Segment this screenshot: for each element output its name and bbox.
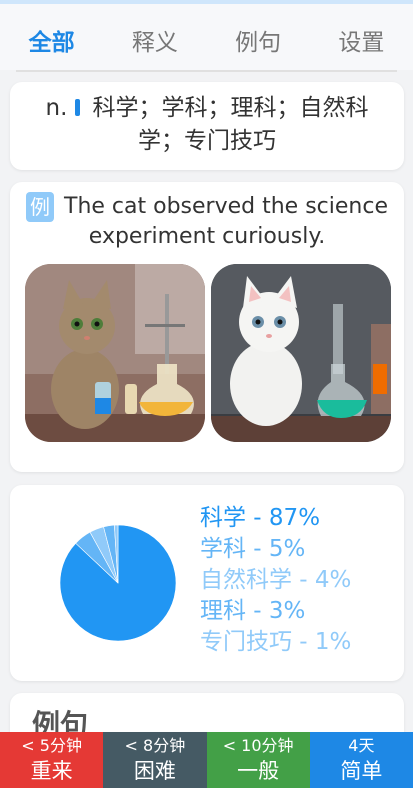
rate-again-button[interactable]: < 5分钟 重来	[0, 732, 104, 788]
legend-item-3: 理科 - 3%	[200, 598, 306, 624]
cat-lab-image-1[interactable]	[25, 264, 205, 442]
rate-good-button[interactable]: < 10分钟 一般	[206, 732, 310, 788]
legend-item-4: 专门技巧 - 1%	[200, 629, 352, 655]
rate-easy-label: 简单	[340, 759, 383, 783]
legend-item-2: 自然科学 - 4%	[200, 567, 352, 593]
rate-hard-label: 困难	[133, 759, 176, 783]
rate-easy-button[interactable]: 4天 简单	[309, 732, 413, 788]
example-line-1: 例 The cat observed the science	[24, 192, 390, 222]
tab-examples[interactable]: 例句	[207, 17, 310, 57]
definition-text-1: 科学；学科；理科；自然科	[92, 95, 369, 121]
tab-settings[interactable]: 设置	[310, 17, 413, 57]
rating-bar: < 5分钟 重来 < 8分钟 困难 < 10分钟 一般 4天 简单	[0, 732, 413, 788]
tab-all[interactable]: 全部	[0, 17, 103, 57]
legend-item-0: 科学 - 87%	[200, 505, 321, 531]
rate-again-interval: < 5分钟	[21, 736, 82, 755]
frequency-legend: 科学 - 87% 学科 - 5% 自然科学 - 4% 理科 - 3% 专门技巧 - 1%	[200, 503, 351, 658]
rate-easy-interval: 4天	[348, 736, 375, 755]
example-card: 例 The cat observed the science experiment…	[10, 182, 404, 472]
frequency-pie-chart	[59, 524, 177, 642]
pos-marker	[75, 99, 81, 116]
part-of-speech: n.	[45, 95, 68, 121]
legend-item-1: 学科 - 5%	[200, 536, 306, 562]
cat-lab-image-2[interactable]	[211, 264, 391, 442]
example-text-1: The cat observed the science	[64, 194, 388, 219]
meaning-frequency-card: 科学 - 87% 学科 - 5% 自然科学 - 4% 理科 - 3% 专门技巧 - 1%	[10, 485, 404, 681]
example-badge: 例	[26, 192, 55, 222]
definition-text-2: 学；专门技巧	[138, 128, 276, 154]
rate-hard-interval: < 8分钟	[124, 736, 186, 755]
rate-good-label: 一般	[237, 759, 280, 783]
definition-card: n. 科学；学科；理科；自然科 学；专门技巧	[10, 82, 404, 170]
rate-good-interval: < 10分钟	[222, 736, 294, 755]
example-text-2: experiment curiously.	[88, 224, 326, 249]
rate-hard-button[interactable]: < 8分钟 困难	[103, 732, 207, 788]
definition-line-1: n. 科学；学科；理科；自然科	[24, 92, 390, 125]
example-images	[25, 264, 391, 442]
rate-again-label: 重来	[30, 759, 73, 783]
tab-divider	[16, 70, 397, 72]
tab-bar: 全部 释义 例句 设置	[0, 4, 413, 72]
tab-definition[interactable]: 释义	[103, 17, 206, 57]
